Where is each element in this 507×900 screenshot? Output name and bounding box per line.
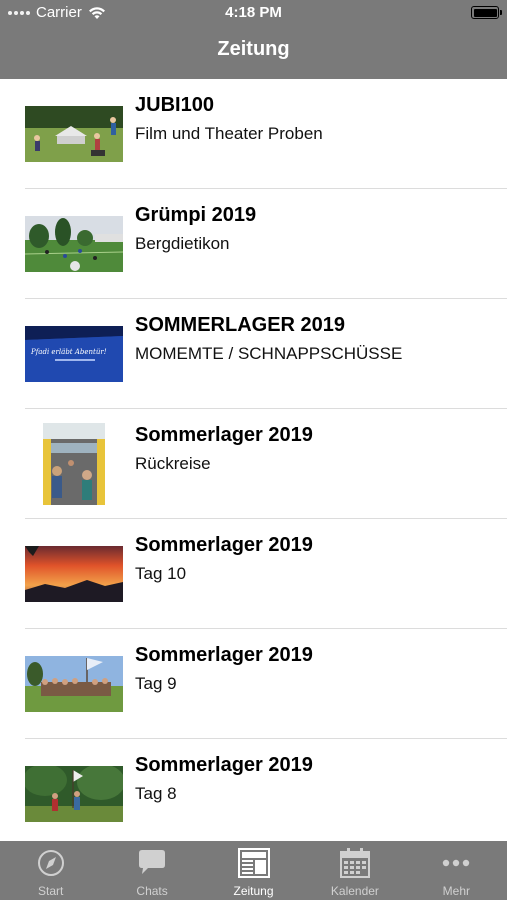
tab-label: Start	[38, 884, 64, 898]
article-subtitle: Tag 10	[135, 564, 187, 583]
battery-icon	[471, 6, 502, 19]
article-row[interactable]: Sommerlager 2019 Tag 9	[0, 629, 507, 739]
chat-bubble-icon	[139, 850, 166, 874]
tab-kalender[interactable]: Kalender	[304, 841, 405, 900]
article-subtitle: Rückreise	[135, 454, 211, 473]
article-thumbnail	[25, 546, 123, 602]
page-title: Zeitung	[217, 38, 290, 60]
thumbnail-caption: Pfadi erläbt Abentür!	[30, 348, 107, 356]
article-thumbnail	[25, 656, 123, 712]
article-title: Sommerlager 2019	[135, 644, 313, 666]
article-title: Grümpi 2019	[135, 204, 257, 226]
status-bar: Carrier 4:18 PM	[0, 0, 507, 26]
article-row[interactable]: Sommerlager 2019 Tag 10	[0, 519, 507, 629]
article-row[interactable]: Sommerlager 2019 Rückreise	[0, 409, 507, 519]
article-title: SOMMERLAGER 2019	[135, 314, 346, 336]
article-row[interactable]: Sommerlager 2019 Tag 8	[0, 739, 507, 841]
article-subtitle: Tag 9	[135, 674, 177, 693]
tab-label: Mehr	[442, 884, 470, 898]
article-thumbnail: Pfadi erläbt Abentür!	[25, 326, 123, 382]
tab-label: Chats	[136, 884, 168, 898]
article-list[interactable]: JUBI100 Film und Theater Proben Grümpi 2…	[0, 79, 507, 841]
tab-label: Zeitung	[233, 884, 274, 898]
article-subtitle: Film und Theater Proben	[135, 124, 323, 143]
tab-zeitung[interactable]: Zeitung	[203, 841, 304, 900]
calendar-icon	[339, 848, 370, 878]
article-row[interactable]: JUBI100 Film und Theater Proben	[0, 79, 507, 189]
newspaper-icon	[237, 848, 270, 878]
article-title: JUBI100	[135, 94, 214, 116]
article-thumbnail	[25, 766, 123, 822]
tab-start[interactable]: Start	[0, 841, 101, 900]
article-thumbnail	[25, 106, 123, 162]
more-dots-icon	[443, 859, 470, 867]
article-row[interactable]: Pfadi erläbt Abentür! SOMMERLAGER 2019 M…	[0, 299, 507, 409]
tab-mehr[interactable]: Mehr	[406, 841, 507, 900]
tab-label: Kalender	[330, 884, 379, 898]
article-subtitle: MOMEMTE / SCHNAPPSCHÜSSE	[135, 344, 403, 363]
article-title: Sommerlager 2019	[135, 534, 313, 556]
article-thumbnail	[25, 216, 123, 272]
article-row[interactable]: Grümpi 2019 Bergdietikon	[0, 189, 507, 299]
tab-bar: Start Chats Zeitung Kalender Mehr	[0, 841, 507, 900]
compass-icon	[37, 850, 64, 876]
article-thumbnail	[43, 423, 105, 505]
tab-chats[interactable]: Chats	[101, 841, 202, 900]
article-subtitle: Tag 8	[135, 784, 177, 803]
article-title: Sommerlager 2019	[135, 424, 313, 446]
article-title: Sommerlager 2019	[135, 754, 313, 776]
status-time: 4:18 PM	[225, 4, 282, 21]
article-subtitle: Bergdietikon	[135, 234, 230, 253]
navigation-bar: Carrier 4:18 PM Zeitung	[0, 0, 507, 79]
